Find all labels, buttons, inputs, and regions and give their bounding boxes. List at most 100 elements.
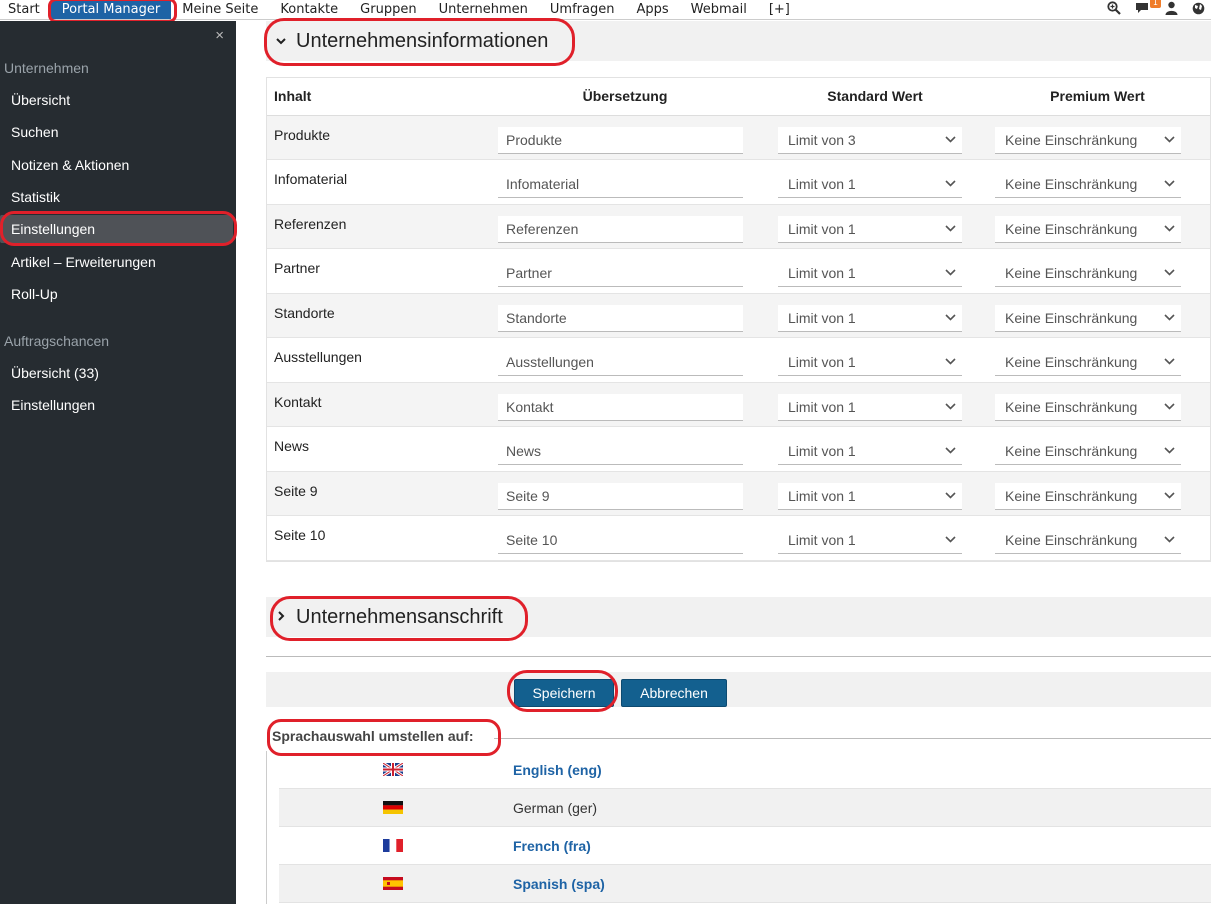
standard-select[interactable]: Limit von 1 bbox=[778, 349, 962, 377]
premium-select[interactable]: Keine Einschränkung bbox=[995, 126, 1181, 154]
table-row: Ausstellungen Limit von 1 Keine Einschränk… bbox=[266, 337, 1211, 383]
translation-input[interactable] bbox=[498, 171, 743, 199]
premium-select[interactable]: Keine Einschränkung bbox=[995, 349, 1181, 377]
premium-select[interactable]: Keine Einschränkung bbox=[995, 393, 1181, 421]
language-link-french[interactable]: French (fra) bbox=[513, 838, 591, 854]
top-navbar: Start Portal Manager Meine Seite Kontakt… bbox=[0, 0, 1211, 20]
sidebar-item-notizen[interactable]: Notizen & Aktionen bbox=[0, 151, 233, 179]
premium-cell: Keine Einschränkung bbox=[984, 382, 1211, 427]
row-label: Produkte bbox=[266, 115, 484, 160]
standard-select[interactable]: Limit von 1 bbox=[778, 527, 962, 555]
cancel-button[interactable]: Abbrechen bbox=[621, 679, 727, 707]
row-label: Kontakt bbox=[266, 382, 484, 427]
sidebar-item-uebersicht[interactable]: Übersicht bbox=[0, 86, 233, 114]
standard-select[interactable]: Limit von 1 bbox=[778, 304, 962, 332]
translation-input[interactable] bbox=[498, 349, 743, 377]
sidebar-item-artikel-erweiterungen[interactable]: Artikel – Erweiterungen bbox=[0, 248, 233, 276]
premium-cell: Keine Einschränkung bbox=[984, 426, 1211, 472]
standard-select[interactable]: Limit von 1 bbox=[778, 438, 962, 466]
premium-value: Keine Einschränkung bbox=[1005, 354, 1138, 371]
table-row: Produkte Limit von 3 Keine Einschränkung bbox=[266, 115, 1211, 160]
translation-input[interactable] bbox=[498, 215, 743, 243]
translation-input[interactable] bbox=[498, 304, 743, 332]
language-link-english[interactable]: English (eng) bbox=[513, 762, 602, 778]
standard-select[interactable]: Limit von 1 bbox=[778, 215, 962, 243]
save-button[interactable]: Speichern bbox=[514, 679, 614, 707]
chevron-down-icon bbox=[1164, 178, 1181, 190]
premium-value: Keine Einschränkung bbox=[1005, 265, 1138, 282]
standard-select[interactable]: Limit von 1 bbox=[778, 260, 962, 288]
language-link-spanish[interactable]: Spanish (spa) bbox=[513, 876, 605, 892]
chevron-down-icon bbox=[945, 356, 962, 368]
translation-cell bbox=[484, 204, 766, 249]
premium-cell: Keine Einschränkung bbox=[984, 515, 1211, 561]
premium-select[interactable]: Keine Einschränkung bbox=[995, 482, 1181, 510]
sidebar-item-einstellungen[interactable]: Einstellungen bbox=[0, 215, 233, 243]
translation-cell bbox=[484, 115, 766, 160]
sidebar-item-suchen[interactable]: Suchen bbox=[0, 118, 233, 146]
sidebar-item-auftrag-uebersicht[interactable]: Übersicht (33) bbox=[0, 359, 233, 387]
sidebar-item-statistik[interactable]: Statistik bbox=[0, 183, 233, 211]
translation-input[interactable] bbox=[498, 126, 743, 154]
translation-cell bbox=[484, 382, 766, 427]
messages-icon[interactable]: 1 bbox=[1135, 0, 1161, 19]
language-switch-title: Sprachauswahl umstellen auf: bbox=[272, 728, 474, 744]
translation-input[interactable] bbox=[498, 260, 743, 288]
translation-input[interactable] bbox=[498, 438, 743, 466]
premium-value: Keine Einschränkung bbox=[1005, 487, 1138, 504]
translation-cell bbox=[484, 159, 766, 205]
nav-start[interactable]: Start bbox=[0, 1, 51, 19]
premium-value: Keine Einschränkung bbox=[1005, 131, 1138, 148]
divider bbox=[266, 656, 1211, 657]
standard-select[interactable]: Limit von 1 bbox=[778, 393, 962, 421]
translation-input[interactable] bbox=[498, 527, 743, 555]
topbar-tools: 1 bbox=[1107, 0, 1211, 20]
premium-select[interactable]: Keine Einschränkung bbox=[995, 438, 1181, 466]
nav-unternehmen[interactable]: Unternehmen bbox=[428, 1, 539, 19]
close-icon[interactable]: × bbox=[215, 27, 224, 44]
user-icon[interactable] bbox=[1165, 1, 1178, 19]
section-header-unternehmensinformationen[interactable]: Unternehmensinformationen bbox=[266, 21, 1211, 61]
row-label: Seite 10 bbox=[266, 515, 484, 561]
nav-webmail[interactable]: Webmail bbox=[680, 1, 758, 19]
nav-add[interactable]: [+] bbox=[758, 1, 801, 19]
nav-meine-seite[interactable]: Meine Seite bbox=[171, 1, 269, 19]
chevron-down-icon bbox=[945, 445, 962, 457]
standard-cell: Limit von 1 bbox=[766, 159, 984, 205]
premium-select[interactable]: Keine Einschränkung bbox=[995, 304, 1181, 332]
translation-input[interactable] bbox=[498, 393, 743, 421]
section-title: Unternehmensanschrift bbox=[296, 605, 503, 628]
standard-select[interactable]: Limit von 1 bbox=[778, 482, 962, 510]
premium-select[interactable]: Keine Einschränkung bbox=[995, 260, 1181, 288]
premium-select[interactable]: Keine Einschränkung bbox=[995, 527, 1181, 555]
row-label: Partner bbox=[266, 248, 484, 294]
nav-kontakte[interactable]: Kontakte bbox=[269, 1, 349, 19]
chevron-down-icon bbox=[266, 34, 296, 48]
translation-input[interactable] bbox=[498, 482, 743, 510]
table-row: Seite 9 Limit von 1 Keine Einschränkung bbox=[266, 471, 1211, 516]
chevron-down-icon bbox=[1164, 356, 1181, 368]
globe-icon[interactable] bbox=[1192, 2, 1205, 19]
section-header-unternehmensanschrift[interactable]: Unternehmensanschrift bbox=[266, 597, 1211, 637]
nav-gruppen[interactable]: Gruppen bbox=[349, 1, 427, 19]
standard-select[interactable]: Limit von 3 bbox=[778, 126, 962, 154]
table-row: Referenzen Limit von 1 Keine Einschränkung bbox=[266, 204, 1211, 249]
premium-select[interactable]: Keine Einschränkung bbox=[995, 171, 1181, 199]
nav-umfragen[interactable]: Umfragen bbox=[539, 1, 626, 19]
language-row-spanish[interactable]: Spanish (spa) bbox=[279, 865, 1211, 903]
standard-select[interactable]: Limit von 1 bbox=[778, 171, 962, 199]
search-zoom-icon[interactable] bbox=[1107, 1, 1121, 19]
premium-select[interactable]: Keine Einschränkung bbox=[995, 215, 1181, 243]
language-row-french[interactable]: French (fra) bbox=[279, 827, 1211, 865]
premium-cell: Keine Einschränkung bbox=[984, 337, 1211, 383]
chevron-down-icon bbox=[945, 134, 962, 146]
sidebar-item-auftrag-einstellungen[interactable]: Einstellungen bbox=[0, 391, 233, 419]
column-header-uebersetzung: Übersetzung bbox=[484, 77, 766, 116]
language-row-english[interactable]: English (eng) bbox=[279, 751, 1211, 789]
nav-portal-manager[interactable]: Portal Manager bbox=[50, 0, 172, 19]
sidebar-item-roll-up[interactable]: Roll-Up bbox=[0, 280, 233, 308]
row-label: Infomaterial bbox=[266, 159, 484, 205]
standard-cell: Limit von 3 bbox=[766, 115, 984, 160]
sidebar-group-auftragschancen: Auftragschancen bbox=[4, 333, 110, 349]
nav-apps[interactable]: Apps bbox=[625, 1, 679, 19]
